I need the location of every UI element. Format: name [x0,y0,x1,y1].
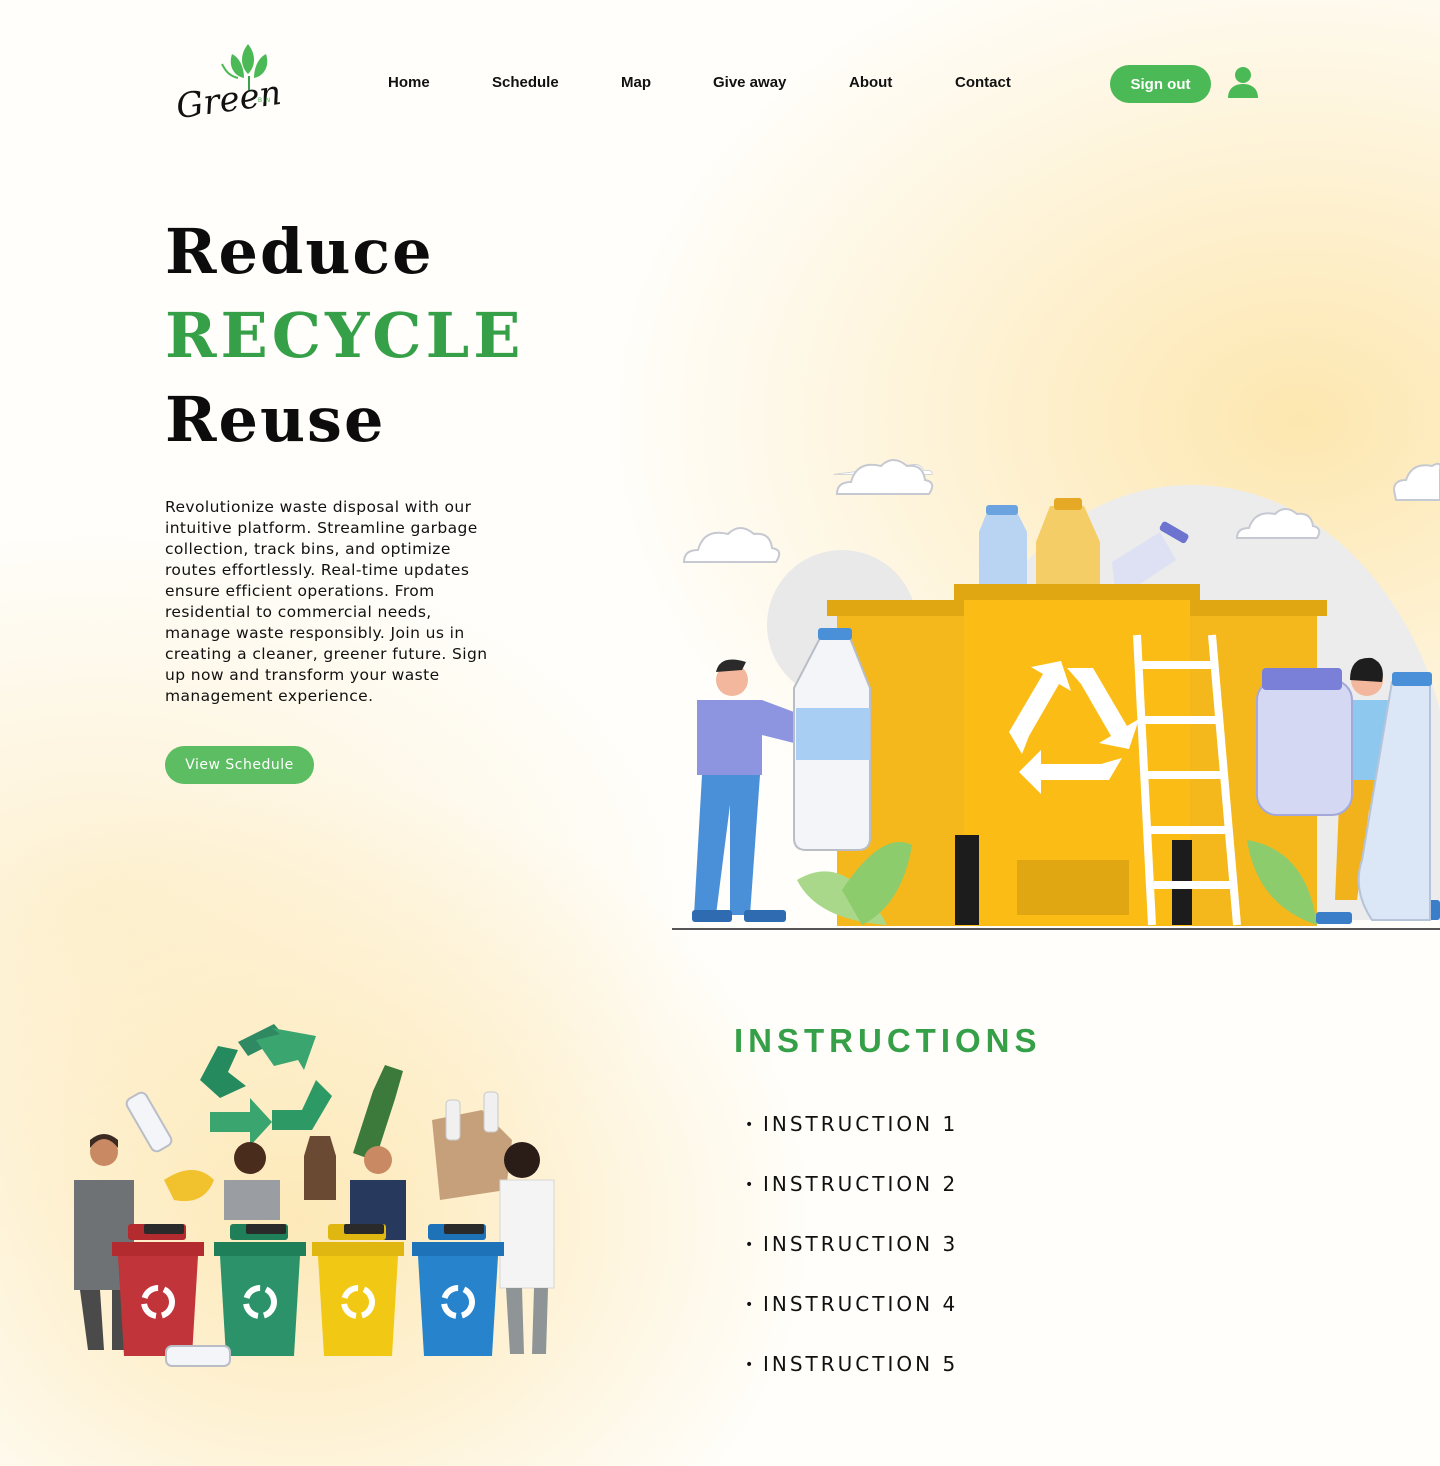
recycling-bin-illustration [672,459,1440,930]
instruction-text: INSTRUCTION 3 [763,1232,959,1256]
instruction-text: INSTRUCTION 2 [763,1172,959,1196]
nav-give-away[interactable]: Give away [713,74,786,91]
instruction-item: • INSTRUCTION 4 [745,1292,959,1316]
nav-schedule[interactable]: Schedule [492,74,559,91]
hero-line-recycle: RECYCLE [165,299,525,372]
sign-out-button[interactable]: Sign out [1110,65,1211,103]
instructions-heading: INSTRUCTIONS [734,1022,1042,1059]
instruction-item: • INSTRUCTION 2 [745,1172,959,1196]
nav-contact[interactable]: Contact [955,74,1011,91]
instructions-list: • INSTRUCTION 1 • INSTRUCTION 2 • INSTRUCTI… [745,1112,958,1412]
nav-map[interactable]: Map [621,74,651,91]
instruction-text: INSTRUCTION 5 [763,1352,959,1376]
green-bin-logo[interactable]: Green BIN [170,36,290,132]
instruction-item: • INSTRUCTION 3 [745,1232,959,1256]
view-schedule-button[interactable]: View Schedule [165,746,314,784]
instruction-text: INSTRUCTION 1 [763,1112,959,1136]
recycle-symbol-icon [200,1024,332,1146]
hero-heading: Reduce RECYCLE Reuse [165,210,525,462]
instruction-text: INSTRUCTION 4 [763,1292,959,1316]
logo-subtext: BIN [258,98,272,104]
site-header: Green BIN Home Schedule Map Give away Ab… [0,0,1440,170]
instruction-item: • INSTRUCTION 1 [745,1112,959,1136]
hero-line-reuse: Reuse [165,383,386,456]
hero-line-reduce: Reduce [165,215,434,288]
hero-description: Revolutionize waste disposal with our in… [165,498,488,705]
nav-about[interactable]: About [849,74,892,91]
people-recycling-illustration [74,1024,555,1367]
nav-home[interactable]: Home [388,74,430,91]
user-icon[interactable] [1226,66,1260,100]
instruction-item: • INSTRUCTION 5 [745,1352,959,1376]
